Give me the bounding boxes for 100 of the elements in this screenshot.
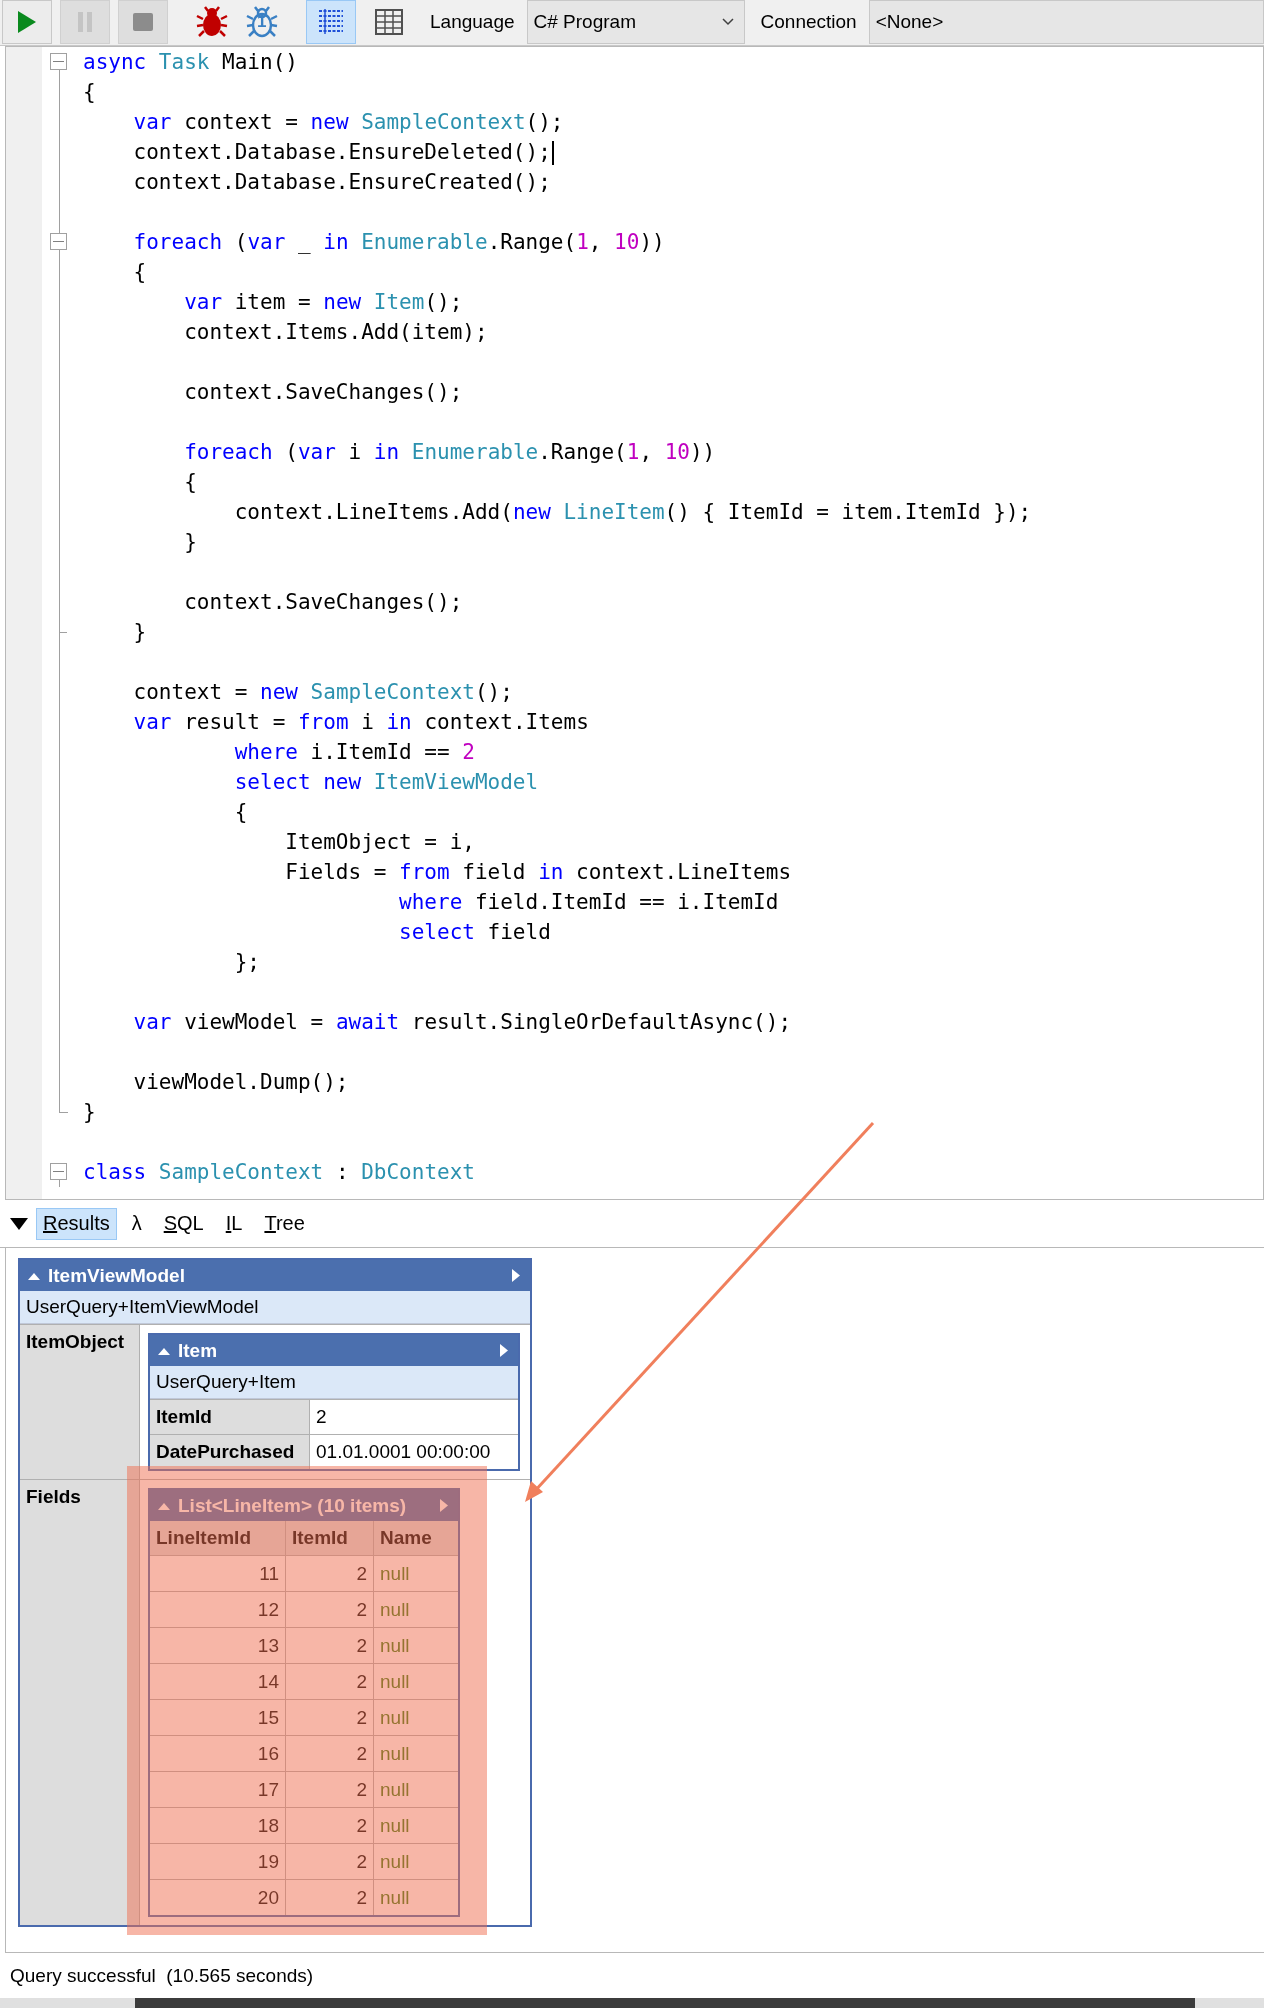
table-cell-text: null [379,1742,411,1766]
collapse-icon[interactable] [28,1271,40,1280]
view-mode-button[interactable] [306,0,356,44]
table-cell-text: null [379,1814,411,1838]
code-line: var context = new SampleContext(); [132,110,564,134]
language-label: Language [429,10,516,34]
code-line: context = new SampleContext(); [132,680,513,704]
table-cell-text: null [379,1706,411,1730]
table-title: Item [178,1339,219,1362]
scrollbar[interactable] [0,1998,1264,2008]
table-cell: 14 [150,1664,286,1699]
table-cell: 12 [150,1592,286,1627]
code-line: where i.ItemId == 2 [233,740,475,764]
type-name: UserQuery+Item [150,1366,518,1399]
table-cell: 20 [150,1880,286,1915]
table-cell: 2 [286,1844,374,1879]
column-header: ItemId [286,1521,374,1555]
fold-toggle-icon[interactable] [50,53,67,70]
code-line: context.SaveChanges(); [183,590,463,614]
list-view-icon [317,8,345,36]
table-cell: 15 [150,1700,286,1735]
expand-arrow-icon[interactable] [500,1344,508,1357]
member-name: ItemId [150,1400,310,1434]
connection-label: Connection [759,10,858,34]
member-name: ItemObject [20,1325,140,1479]
table-cell: 2 [286,1664,374,1699]
fold-toggle-icon[interactable] [50,1163,67,1180]
fold-toggle-icon[interactable] [50,233,67,250]
bug-icon [195,5,229,39]
code-line: context.Database.EnsureCreated(); [132,170,551,194]
code-line: { [233,800,248,824]
code-line: } [183,530,197,554]
code-line: var item = new Item(); [183,290,463,314]
code-line: { [183,470,197,494]
code-line: ItemObject = i, [284,830,475,854]
table-cell: 2 [286,1808,374,1843]
language-dropdown[interactable]: C# Program [526,0,745,44]
table-cell-text: null [379,1778,411,1802]
result-tab[interactable]: IL [218,1207,250,1240]
table-cell-text: null [379,1562,411,1586]
pause-icon [77,11,93,33]
code-line: foreach (var _ in Enumerable.Range(1, 10)) [132,230,665,254]
table-cell: 2 [286,1592,374,1627]
table-cell-text: null [379,1598,411,1622]
table-cell: 2 [286,1772,374,1807]
member-name: Fields [20,1480,140,1925]
collapse-triangle-icon[interactable] [10,1217,28,1230]
result-tab[interactable]: SQL [156,1207,211,1240]
code-line: } [132,620,147,644]
code-line: select field [398,920,551,944]
table-cell: 2 [286,1700,374,1735]
member-value: 2 [315,1405,328,1429]
collapse-icon[interactable] [158,1346,170,1355]
column-header: Name [379,1526,433,1550]
table-cell-text: null [379,1850,411,1874]
chevron-down-icon [721,18,734,26]
code-editor[interactable] [5,46,1264,1200]
code-line: viewModel.Dump(); [132,1070,349,1094]
grid-icon [375,9,403,35]
table-cell: 19 [150,1844,286,1879]
table-title: List<LineItem> (10 items) [178,1494,408,1517]
code-line: class SampleContext : DbContext [82,1160,475,1184]
table-cell-text: null [379,1886,411,1910]
result-tab[interactable]: λ [124,1207,149,1240]
member-name: DatePurchased [150,1435,310,1469]
code-line: { [82,80,96,104]
code-line: { [132,260,147,284]
table-cell-text: null [379,1670,411,1694]
table-cell: 18 [150,1808,286,1843]
play-icon [17,10,37,34]
type-name: UserQuery+ItemViewModel [20,1291,530,1324]
result-tab[interactable]: Results [36,1207,117,1240]
bug-icon [245,5,279,39]
code-line: }; [233,950,260,974]
code-line: async Task Main() [82,50,298,74]
connection-field[interactable]: <None> [868,0,1264,44]
table-title: ItemViewModel [48,1264,186,1287]
code-line: context.SaveChanges(); [183,380,463,404]
table-cell-text: null [379,1634,411,1658]
table-cell: 2 [286,1880,374,1915]
member-value: 01.01.0001 00:00:00 [315,1440,492,1464]
table-cell: 2 [286,1556,374,1591]
table-cell: 13 [150,1628,286,1663]
stop-icon [133,13,153,31]
code-line: context.Database.EnsureDeleted(); [76,139,554,165]
code-line: var viewModel = await result.SingleOrDefaultAsync(); [132,1010,792,1034]
table-cell: 2 [286,1628,374,1663]
expand-arrow-icon[interactable] [512,1269,520,1282]
run-button[interactable] [2,0,52,44]
code-line: } [82,1100,96,1124]
code-line: select new ItemViewModel [233,770,539,794]
table-cell: 2 [286,1736,374,1771]
code-line: Fields = from field in context.LineItems [284,860,792,884]
result-tab[interactable]: Tree [257,1207,312,1240]
column-header: LineItemId [150,1521,286,1555]
table-cell: 17 [150,1772,286,1807]
code-line: context.Items.Add(item); [183,320,488,344]
table-cell: 16 [150,1736,286,1771]
code-line: var result = from i in context.Items [132,710,589,734]
table-cell: 11 [150,1556,286,1591]
